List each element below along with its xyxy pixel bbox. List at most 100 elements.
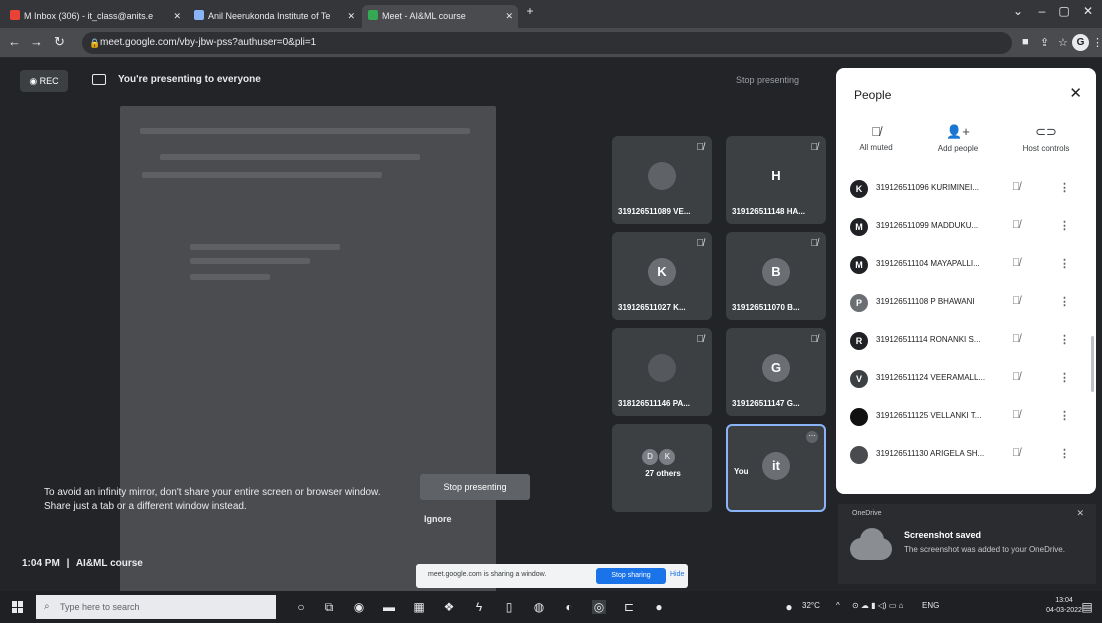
tab-anits[interactable]: Anil Neerukonda Institute of Te ✕ xyxy=(188,5,360,28)
close-icon[interactable]: ✕ xyxy=(505,5,513,28)
close-icon[interactable]: ✕ xyxy=(1069,84,1082,102)
host-controls-control[interactable]: ⊂⊃ Host controls xyxy=(1006,124,1086,153)
tab-label: Anil Neerukonda Institute of Te xyxy=(208,11,331,21)
windows-start-icon[interactable] xyxy=(12,601,24,613)
participant-row[interactable]: M 319126511104 MAYAPALLI... 🎙̸ ⋮ xyxy=(836,250,1096,280)
participant-row[interactable]: M 319126511099 MADDUKU... 🎙̸ ⋮ xyxy=(836,212,1096,242)
participant-name: 318126511146 PA... xyxy=(618,399,690,408)
more-options-icon[interactable]: ⋮ xyxy=(1059,181,1070,194)
more-options-icon[interactable]: ⋮ xyxy=(1059,333,1070,346)
participant-tile[interactable]: 🎙̸ H 319126511148 HA... xyxy=(726,136,826,224)
file-explorer-icon[interactable]: ▬ xyxy=(382,600,396,614)
mic-off-icon[interactable]: 🎙̸ xyxy=(1012,295,1020,307)
participant-tile[interactable]: 🎙̸ G 319126511147 G... xyxy=(726,328,826,416)
lock-icon: 🔒 xyxy=(89,38,101,48)
mic-off-icon[interactable]: 🎙̸ xyxy=(1012,257,1020,269)
participant-name: 319126511148 HA... xyxy=(732,207,805,216)
hide-button[interactable]: Hide xyxy=(670,571,684,578)
tab-search-icon[interactable]: ⌄ xyxy=(1008,4,1028,18)
tab-gmail[interactable]: M Inbox (306) - it_class@anits.e ✕ xyxy=(4,5,186,28)
participant-row[interactable]: P 319126511108 P BHAWANI 🎙̸ ⋮ xyxy=(836,288,1096,318)
app-icon[interactable]: ● xyxy=(652,600,666,614)
app-icon[interactable]: ◍ xyxy=(532,600,546,614)
mic-off-icon[interactable]: 🎙̸ xyxy=(1012,371,1020,383)
stop-presenting-button[interactable]: Stop presenting xyxy=(420,474,530,500)
new-tab-button[interactable]: + xyxy=(520,4,540,18)
browser-menu-icon[interactable]: ⋮ xyxy=(1092,36,1102,49)
more-options-icon[interactable]: ⋮ xyxy=(1059,447,1070,460)
system-clock[interactable]: 13:04 04-03-2022 xyxy=(1046,596,1082,616)
camera-indicator-icon[interactable]: ■ xyxy=(1022,36,1029,48)
more-options-icon[interactable]: ⋮ xyxy=(1059,295,1070,308)
self-tile[interactable]: ⋯ it You xyxy=(726,424,826,512)
bookmark-star-icon[interactable]: ☆ xyxy=(1058,36,1068,49)
tab-meet[interactable]: Meet - AI&ML course ✕ xyxy=(362,5,518,28)
stop-sharing-button[interactable]: Stop sharing xyxy=(596,568,666,584)
mic-off-icon[interactable]: 🎙̸ xyxy=(1012,409,1020,421)
close-icon[interactable]: ✕ xyxy=(1076,508,1084,519)
participant-tile[interactable]: 🎙̸ B 319126511070 B... xyxy=(726,232,826,320)
mute-all-control[interactable]: 🎙̸ All muted xyxy=(836,124,916,152)
tray-icons[interactable]: ⊙ ☁ ▮ ◁) ▭ ⌂ xyxy=(852,601,903,610)
participant-row[interactable]: V 319126511124 VEERAMALL... 🎙̸ ⋮ xyxy=(836,364,1096,394)
language-indicator[interactable]: ENG xyxy=(922,601,939,610)
taskbar-search-input[interactable]: ⌕ Type here to search xyxy=(36,595,276,619)
more-options-icon[interactable]: ⋯ xyxy=(806,431,818,443)
mic-off-icon[interactable]: 🎙̸ xyxy=(1012,181,1020,193)
mic-off-icon[interactable]: 🎙̸ xyxy=(1012,333,1020,345)
temperature[interactable]: 32°C xyxy=(802,601,820,610)
avatar: K xyxy=(648,258,676,286)
more-options-icon[interactable]: ⋮ xyxy=(1059,371,1070,384)
notification-title: Screenshot saved xyxy=(904,530,982,540)
close-window-button[interactable]: ✕ xyxy=(1078,4,1098,18)
close-icon[interactable]: ✕ xyxy=(173,5,181,28)
onedrive-notification[interactable]: OneDrive ✕ Screenshot saved The screensh… xyxy=(838,504,1096,584)
participant-tile[interactable]: 🎙̸ 318126511146 PA... xyxy=(612,328,712,416)
more-options-icon[interactable]: ⋮ xyxy=(1059,219,1070,232)
profile-avatar[interactable]: G xyxy=(1072,34,1089,51)
stop-presenting-link[interactable]: Stop presenting xyxy=(736,75,799,85)
app-icon[interactable]: ⊏ xyxy=(622,600,636,614)
panel-scrollbar[interactable] xyxy=(1091,336,1094,392)
site-icon xyxy=(194,10,204,20)
share-icon[interactable]: ⇪ xyxy=(1040,36,1049,49)
back-icon[interactable]: ← xyxy=(8,34,21,49)
app-icon[interactable]: ϟ xyxy=(472,600,486,614)
mic-off-icon[interactable]: 🎙̸ xyxy=(1012,447,1020,459)
edge-icon[interactable]: ◉ xyxy=(352,600,366,614)
chrome-icon[interactable]: ◎ xyxy=(592,600,606,614)
forward-icon[interactable]: → xyxy=(30,34,43,49)
doc-rule xyxy=(190,244,340,250)
participant-row[interactable]: R 319126511114 RONANKI S... 🎙̸ ⋮ xyxy=(836,326,1096,356)
task-view-icon[interactable]: ⧉ xyxy=(322,600,336,614)
participant-name: 319126511104 MAYAPALLI... xyxy=(876,259,980,268)
participant-row[interactable]: 319126511125 VELLANKI T... 🎙̸ ⋮ xyxy=(836,402,1096,432)
more-options-icon[interactable]: ⋮ xyxy=(1059,409,1070,422)
add-people-control[interactable]: 👤+ Add people xyxy=(918,124,998,153)
dropbox-icon[interactable]: ❖ xyxy=(442,600,456,614)
app-icon[interactable]: ▯ xyxy=(502,600,516,614)
doc-rule xyxy=(140,128,470,134)
minimize-button[interactable]: – xyxy=(1032,4,1052,18)
store-icon[interactable]: ▦ xyxy=(412,600,426,614)
participant-tile[interactable]: 🎙̸ 319126511089 VE... xyxy=(612,136,712,224)
cortana-icon[interactable]: ○ xyxy=(294,600,308,614)
url-text: meet.google.com/vby-jbw-pss?authuser=0&p… xyxy=(100,37,317,48)
close-icon[interactable]: ✕ xyxy=(347,5,355,28)
participant-row[interactable]: K 319126511096 KURIMINEI... 🎙̸ ⋮ xyxy=(836,174,1096,204)
others-count: 27 others xyxy=(645,469,681,478)
url-bar[interactable]: 🔒 meet.google.com/vby-jbw-pss?authuser=0… xyxy=(82,32,1012,54)
participant-row[interactable]: 319126511130 ARIGELA SH... 🎙̸ ⋮ xyxy=(836,440,1096,470)
tray-chevron-icon[interactable]: ^ xyxy=(836,601,840,610)
ignore-button[interactable]: Ignore xyxy=(424,514,452,524)
participant-tile[interactable]: 🎙̸ K 319126511027 K... xyxy=(612,232,712,320)
notifications-icon[interactable]: ▤ xyxy=(1080,600,1094,614)
weather-icon[interactable]: ● xyxy=(782,600,796,614)
mic-off-icon[interactable]: 🎙̸ xyxy=(1012,219,1020,231)
more-options-icon[interactable]: ⋮ xyxy=(1059,257,1070,270)
maximize-button[interactable]: ▢ xyxy=(1054,4,1074,18)
reload-icon[interactable]: ↻ xyxy=(54,34,65,50)
others-tile[interactable]: D K 27 others xyxy=(612,424,712,512)
app-icon[interactable]: ◐ xyxy=(562,600,576,614)
windows-taskbar: ⌕ Type here to search ○ ⧉ ◉ ▬ ▦ ❖ ϟ ▯ ◍ … xyxy=(0,591,1102,623)
